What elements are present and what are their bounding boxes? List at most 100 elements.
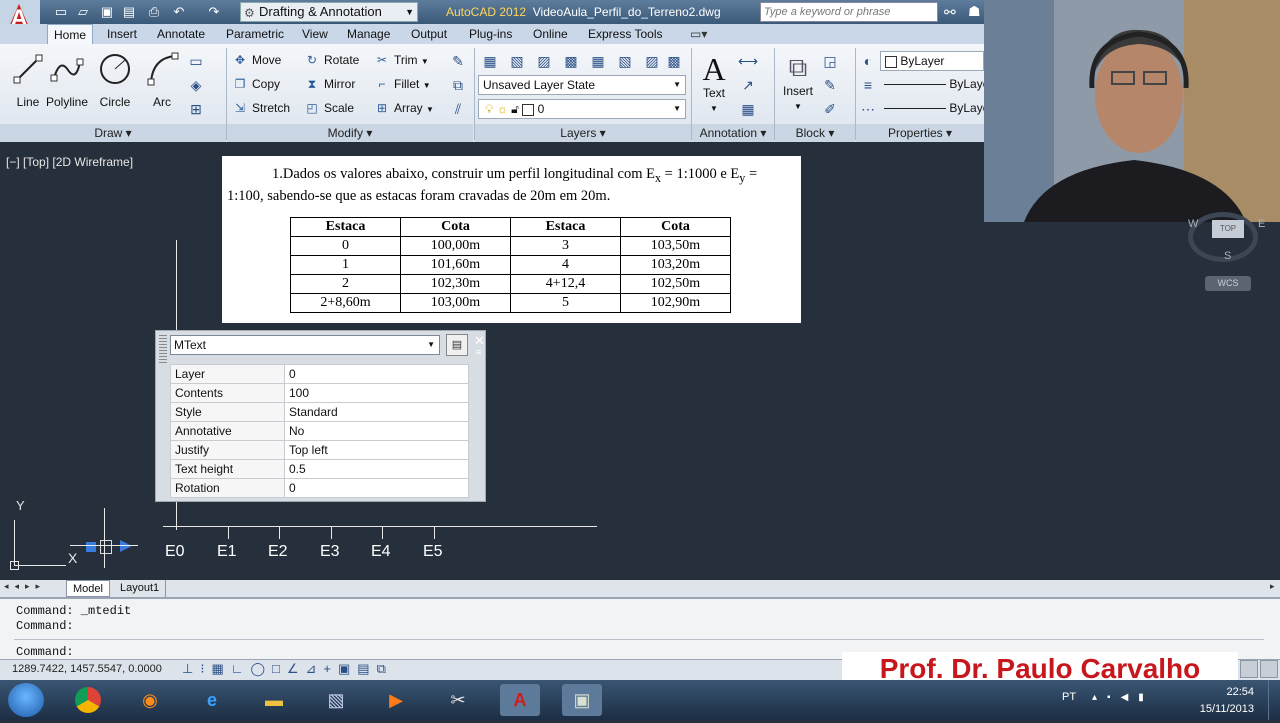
viewport-controls[interactable]: [−] [Top] [2D Wireframe] <box>6 155 133 169</box>
wcs-menu[interactable]: WCS <box>1205 276 1251 291</box>
array-button[interactable]: ⊞ Array ▼ <box>374 97 434 119</box>
layer-properties-icon[interactable]: ▦ <box>480 51 500 71</box>
draw-panel-title[interactable]: Draw ▾ <box>0 124 226 142</box>
offset-icon[interactable]: ⫽ <box>448 99 468 119</box>
station-label[interactable]: E3 <box>320 543 340 561</box>
reference-document-image[interactable]: 1.Dados os valores abaixo, construir um … <box>222 156 801 323</box>
property-row[interactable]: Annotative No <box>170 421 469 441</box>
new-file-icon[interactable]: ▭ <box>52 3 70 21</box>
layer-unisolate-icon[interactable]: ▦ <box>588 51 608 71</box>
command-window[interactable]: Command: _mtedit Command: Command: <box>0 597 1280 659</box>
lineweight-icon[interactable]: ≡ <box>858 75 878 95</box>
grip-arrow-icon[interactable] <box>120 540 132 552</box>
coordinates-readout[interactable]: 1289.7422, 1457.5547, 0.0000 <box>12 663 162 675</box>
rotate-button[interactable]: ↻ Rotate <box>304 49 359 71</box>
property-row[interactable]: Rotation 0 <box>170 478 469 498</box>
clock-time[interactable]: 22:54 <box>1210 686 1254 698</box>
layout-nav-arrows[interactable]: ◂◂▸▸ <box>4 581 46 592</box>
edit-attributes-icon[interactable]: ✐ <box>820 99 840 119</box>
start-button[interactable] <box>8 683 44 717</box>
scroll-right-icon[interactable]: ▸ <box>1270 581 1275 592</box>
redo-icon[interactable]: ↷ <box>205 3 223 21</box>
linetype-icon[interactable]: ⋯ <box>858 99 878 119</box>
tab-output[interactable]: Output <box>405 24 453 44</box>
property-row[interactable]: Layer 0 <box>170 364 469 384</box>
property-value[interactable]: Standard <box>284 402 469 422</box>
block-panel-title[interactable]: Block ▾ <box>775 124 855 142</box>
tab-home[interactable]: Home <box>47 24 94 44</box>
viewcube-top-face[interactable]: TOP <box>1212 220 1244 238</box>
scale-button[interactable]: ◰ Scale <box>304 97 354 119</box>
layer-lock-icon[interactable]: ▩ <box>664 51 684 71</box>
user-icon[interactable]: ☗ <box>968 3 981 20</box>
station-label[interactable]: E2 <box>268 543 288 561</box>
hatch-icon[interactable]: ◈ <box>186 75 206 95</box>
multileader-icon[interactable]: ↗ <box>738 75 758 95</box>
station-label[interactable]: E1 <box>217 543 237 561</box>
tab-view[interactable]: View <box>296 24 334 44</box>
property-value[interactable]: 100 <box>284 383 469 403</box>
create-block-icon[interactable]: ◲ <box>820 51 840 71</box>
undo-icon[interactable]: ↶ <box>170 3 188 21</box>
property-value[interactable]: 0 <box>284 478 469 498</box>
clock-date[interactable]: 15/11/2013 <box>1192 703 1254 715</box>
save-as-icon[interactable]: ▤ <box>120 3 138 21</box>
station-label[interactable]: E4 <box>371 543 391 561</box>
copy-button[interactable]: ❐ Copy <box>232 73 280 95</box>
property-row[interactable]: Text height 0.5 <box>170 459 469 479</box>
tab-parametric[interactable]: Parametric <box>220 24 290 44</box>
snipping-tool-icon[interactable]: ✂ <box>438 684 478 716</box>
fillet-button[interactable]: ⌐ Fillet ▼ <box>374 73 430 95</box>
layers-panel-title[interactable]: Layers ▾ <box>475 124 691 142</box>
selected-text-object[interactable] <box>100 540 112 554</box>
search-input[interactable]: Type a keyword or phrase <box>760 2 938 22</box>
current-layer-select[interactable]: 💡︎ ☼ 🔓︎ 0 ▼ <box>478 99 686 119</box>
annotation-panel-title[interactable]: Annotation ▾ <box>692 124 774 142</box>
recorder-taskbar-icon[interactable]: ▣ <box>562 684 602 716</box>
dimension-icon[interactable]: ⟷ <box>738 51 758 71</box>
edit-block-icon[interactable]: ✎ <box>820 75 840 95</box>
layer-previous-icon[interactable]: ▨ <box>534 51 554 71</box>
fullscreen-icon[interactable] <box>1260 660 1278 678</box>
command-prompt[interactable]: Command: <box>16 645 74 659</box>
station-label[interactable]: E0 <box>165 543 185 561</box>
property-row[interactable]: Justify Top left <box>170 440 469 460</box>
linetype-select[interactable]: ByLaye <box>880 75 989 95</box>
property-value[interactable]: 0.5 <box>284 459 469 479</box>
layer-off-icon[interactable]: ▨ <box>642 51 662 71</box>
show-desktop-button[interactable] <box>1268 680 1280 720</box>
palette-options-icon[interactable]: ≡ <box>476 347 481 357</box>
tab-online[interactable]: Online <box>527 24 574 44</box>
layer-state-select[interactable]: Unsaved Layer State ▼ <box>478 75 686 95</box>
tab-layout1[interactable]: Layout1 <box>114 580 167 597</box>
customize-palette-icon[interactable]: ▤ <box>446 334 468 356</box>
color-wheel-icon[interactable]: ◐ <box>858 51 878 71</box>
tab-plug-ins[interactable]: Plug-ins <box>463 24 518 44</box>
arc-button[interactable]: Arc <box>138 48 186 118</box>
layer-match-icon[interactable]: ▧ <box>507 51 527 71</box>
lineweight-select[interactable]: ByLaye <box>880 99 989 119</box>
explode-icon[interactable]: ⧉ <box>448 75 468 95</box>
layer-isolate-icon[interactable]: ▩ <box>561 51 581 71</box>
layer-freeze-icon[interactable]: ▧ <box>615 51 635 71</box>
firefox-icon[interactable]: ◉ <box>130 684 170 716</box>
property-row[interactable]: Contents 100 <box>170 383 469 403</box>
drafting-toggles[interactable]: ⊥⁝▦∟◯□∠⊿+▣▤⧉ <box>182 661 393 677</box>
chrome-icon[interactable] <box>68 684 108 716</box>
grip-handle[interactable] <box>86 542 96 552</box>
boundary-icon[interactable]: ⊞ <box>186 99 206 119</box>
autocad-taskbar-icon[interactable]: A <box>500 684 540 716</box>
polyline-button[interactable]: Polyline <box>42 48 92 118</box>
text-button[interactable]: A Text ▼ <box>694 48 734 118</box>
property-row[interactable]: Style Standard <box>170 402 469 422</box>
property-value[interactable]: No <box>284 421 469 441</box>
property-value[interactable]: 0 <box>284 364 469 384</box>
folder-icon[interactable]: ▬ <box>254 684 294 716</box>
internet-explorer-icon[interactable]: e <box>192 684 232 716</box>
station-label[interactable]: E5 <box>423 543 443 561</box>
workspace-switcher[interactable]: ⚙ Drafting & Annotation ▼ <box>240 2 418 22</box>
circle-button[interactable]: Circle <box>90 48 140 118</box>
stretch-button[interactable]: ⇲ Stretch <box>232 97 290 119</box>
open-file-icon[interactable]: ▱ <box>74 3 92 21</box>
print-icon[interactable]: ⎙ <box>145 3 163 21</box>
